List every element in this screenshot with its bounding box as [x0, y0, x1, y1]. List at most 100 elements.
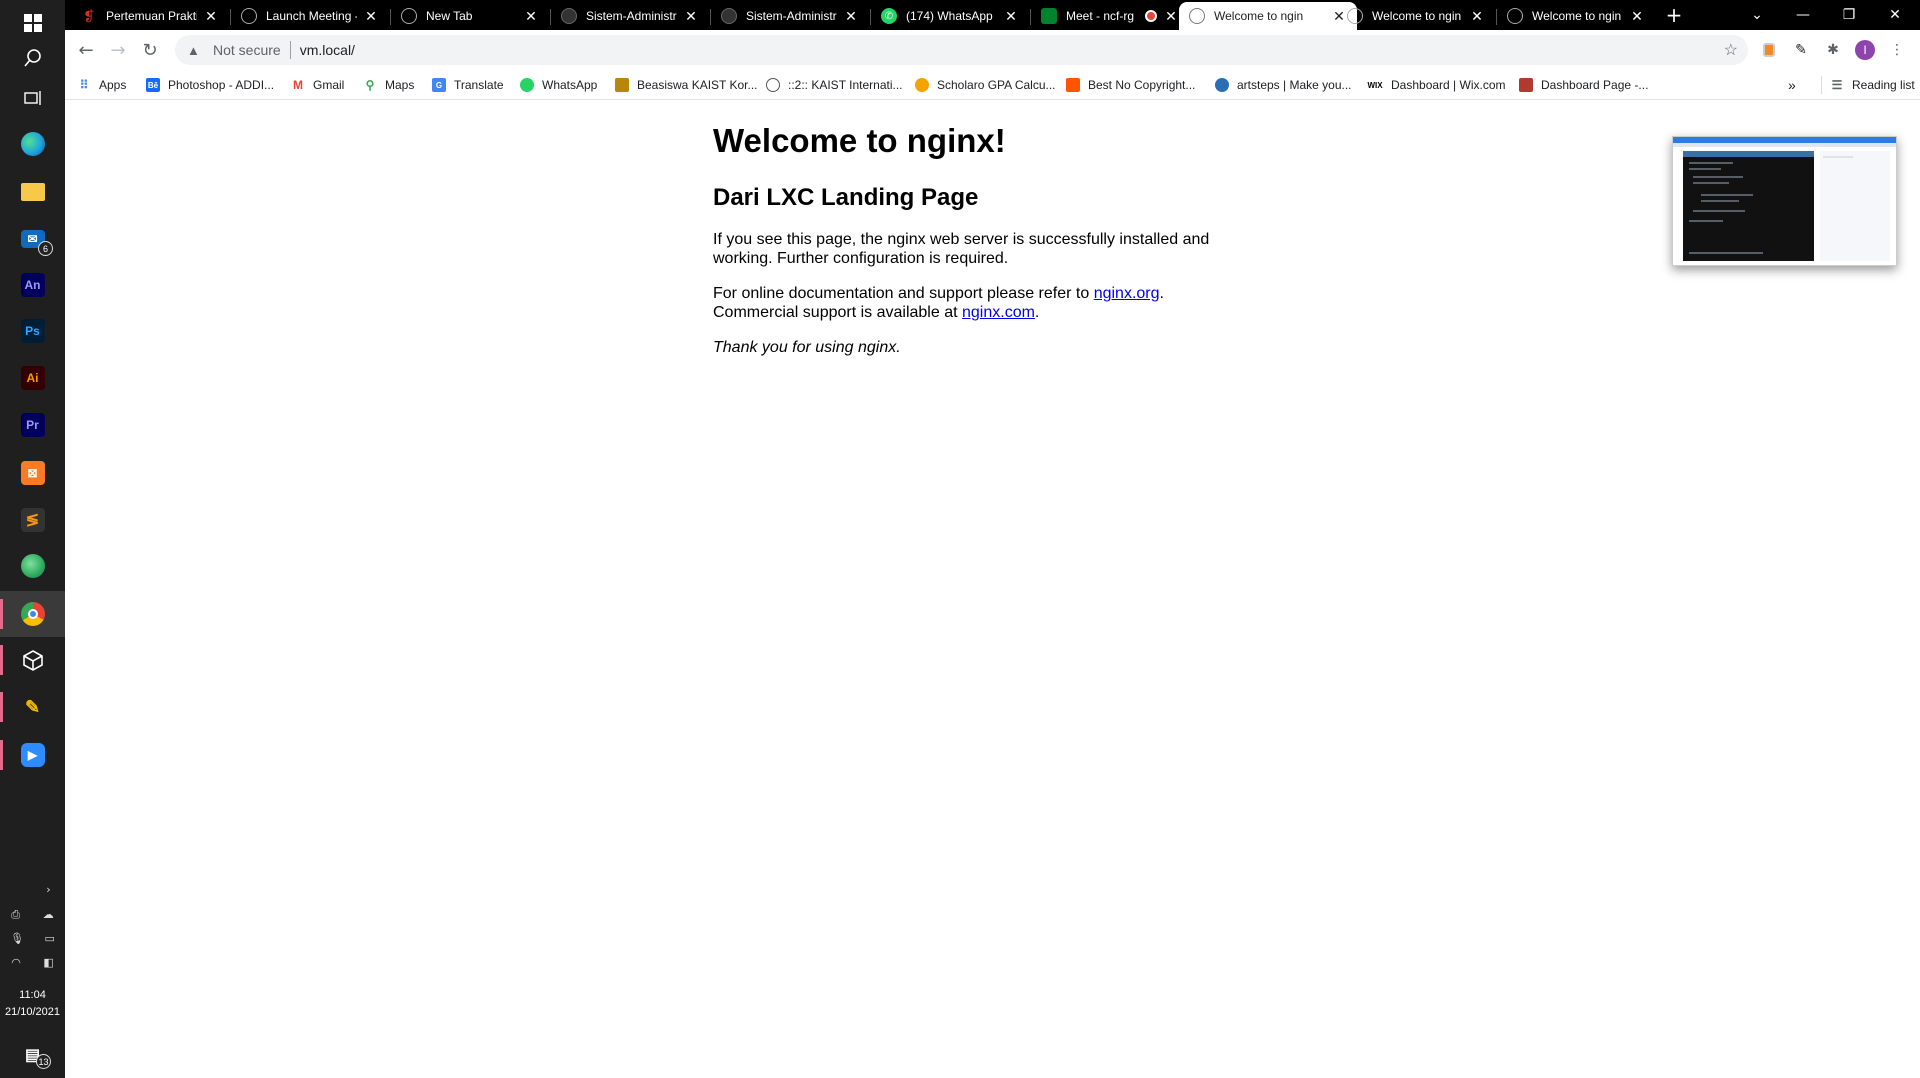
cloud-icon[interactable]: ☁ [43, 908, 54, 922]
close-icon[interactable]: ✕ [1163, 8, 1179, 25]
taskbar-virtualbox[interactable] [0, 637, 65, 683]
camera-icon[interactable]: ⎙ [11, 908, 20, 922]
reading-list-button[interactable]: ☰ Reading list [1821, 76, 1915, 94]
meet-icon [1041, 8, 1057, 24]
taskbar-globe-app[interactable] [0, 543, 65, 589]
bookmark-best-no-copyright[interactable]: Best No Copyright... [1066, 76, 1195, 94]
taskbar-animate[interactable]: An [0, 262, 65, 308]
taskbar-file-explorer[interactable] [0, 169, 65, 215]
edge-icon [20, 132, 45, 156]
microphone-icon[interactable]: 🎙 [10, 932, 24, 945]
tab-whatsapp[interactable]: ✆ (174) WhatsApp ✕ [871, 2, 1029, 30]
tab-title: Welcome to ngin [1372, 9, 1462, 23]
security-label[interactable]: Not secure [213, 42, 281, 58]
close-icon[interactable]: ✕ [1629, 8, 1645, 25]
window-preview-thumbnail[interactable] [1672, 136, 1897, 266]
bookmark-whatsapp[interactable]: WhatsApp [520, 76, 597, 94]
tab-search-button[interactable]: ⌄ [1734, 0, 1780, 30]
tab-welcome-nginx-2[interactable]: Welcome to ngin ✕ [1337, 2, 1495, 30]
bookmark-maps[interactable]: ⚲ Maps [363, 76, 415, 94]
restore-button[interactable]: ❐ [1826, 0, 1872, 30]
close-icon[interactable]: ✕ [1003, 8, 1019, 25]
close-icon[interactable]: ✕ [523, 8, 539, 25]
close-icon[interactable]: ✕ [203, 8, 219, 25]
minimize-button[interactable]: — [1780, 0, 1826, 30]
profile-avatar[interactable]: I [1855, 40, 1875, 60]
close-icon[interactable]: ✕ [843, 8, 859, 25]
globe-app-icon [20, 554, 45, 578]
volume-icon[interactable]: ◧ [43, 956, 53, 969]
search-icon [23, 49, 41, 67]
bookmark-artsteps[interactable]: artsteps | Make you... [1215, 76, 1352, 94]
mail-badge: 6 [38, 241, 53, 256]
taskbar-chrome[interactable] [0, 591, 65, 637]
page-viewport: Welcome to nginx! Dari LXC Landing Page … [65, 101, 1920, 1078]
bookmark-translate[interactable]: G Translate [432, 76, 504, 94]
wifi-icon[interactable]: ◠ [11, 956, 21, 969]
chrome-menu-icon[interactable]: ⋮ [1887, 40, 1907, 60]
taskbar-paint-tool[interactable]: ✎ [0, 684, 65, 730]
taskbar-mail[interactable]: ✉ 6 [0, 216, 65, 262]
pen-extension-icon[interactable]: ✎ [1791, 40, 1811, 60]
window-close-button[interactable]: ✕ [1872, 0, 1918, 30]
bookmark-dashboard-page[interactable]: Dashboard Page -... [1519, 76, 1648, 94]
presentation-icon: ❡ [83, 7, 95, 24]
illustrator-icon: Ai [20, 366, 45, 390]
url-text[interactable]: vm.local/ [300, 42, 355, 58]
tab-welcome-nginx-3[interactable]: Welcome to ngin ✕ [1497, 2, 1655, 30]
close-icon[interactable]: ✕ [683, 8, 699, 25]
taskbar-sublime[interactable]: ≶ [0, 497, 65, 543]
action-center-button[interactable]: ▤ 13 [0, 1032, 65, 1078]
taskbar-edge[interactable] [0, 121, 65, 167]
page-heading: Welcome to nginx! [713, 122, 1006, 159]
close-icon[interactable]: ✕ [1469, 8, 1485, 25]
forward-button[interactable]: → [104, 36, 132, 64]
nginx-org-link[interactable]: nginx.org [1094, 285, 1160, 302]
back-button[interactable]: ← [72, 36, 100, 64]
bookmark-star-icon[interactable]: ☆ [1724, 40, 1738, 60]
bookmark-scholaro[interactable]: Scholaro GPA Calcu... [915, 76, 1056, 94]
taskbar-illustrator[interactable]: Ai [0, 355, 65, 401]
tab-meet[interactable]: Meet - ncf-rg ✕ [1031, 2, 1189, 30]
taskbar-zoom[interactable]: ▶ [0, 732, 65, 778]
tab-sistem-administrasi-1[interactable]: Sistem-Administr ✕ [551, 2, 709, 30]
tab-new-tab[interactable]: New Tab ✕ [391, 2, 549, 30]
taskbar-premiere[interactable]: Pr [0, 402, 65, 448]
task-view-button[interactable] [0, 75, 65, 121]
battery-icon[interactable]: ▭ [44, 932, 54, 945]
taskbar-photoshop[interactable]: Ps [0, 308, 65, 354]
apps-grid-icon: ⠿ [79, 78, 89, 92]
tab-title: Pertemuan Praktik [106, 9, 197, 23]
maps-icon: ⚲ [365, 78, 375, 92]
close-icon[interactable]: ✕ [363, 8, 379, 25]
tab-launch-meeting[interactable]: Launch Meeting - ✕ [231, 2, 389, 30]
task-view-icon [23, 91, 41, 105]
bookmark-photoshop[interactable]: Bē Photoshop - ADDI... [146, 76, 274, 94]
artsteps-icon [1215, 78, 1229, 92]
bookmarks-overflow-button[interactable]: » [1788, 76, 1796, 94]
bookmark-gmail[interactable]: M Gmail [291, 76, 344, 94]
extensions-puzzle-icon[interactable]: ✱ [1823, 40, 1843, 60]
bookmark-beasiswa-kaist[interactable]: Beasiswa KAIST Kor... [615, 76, 758, 94]
preview-image [1673, 137, 1896, 261]
reload-button[interactable]: ↻ [136, 36, 164, 64]
taskbar-clock[interactable]: 11:04 21/10/2021 [0, 987, 65, 1021]
nginx-com-link[interactable]: nginx.com [962, 304, 1035, 321]
tab-pertemuan[interactable]: ❡ Pertemuan Praktik ✕ [71, 2, 229, 30]
chevron-right-icon[interactable]: › [46, 883, 50, 896]
bookmark-apps[interactable]: ⠿ Apps [77, 76, 127, 94]
dashboard-icon [1519, 78, 1533, 92]
clock-time: 11:04 [19, 989, 46, 1001]
globe-icon [1347, 8, 1363, 24]
extension-icon[interactable] [1759, 40, 1779, 60]
bookmark-kaist-international[interactable]: ::2:: KAIST Internati... [766, 76, 903, 94]
new-tab-button[interactable]: + [1660, 0, 1688, 30]
premiere-icon: Pr [20, 413, 45, 437]
tab-welcome-nginx-active[interactable]: Welcome to ngin ✕ [1179, 2, 1357, 30]
warning-icon[interactable]: ▲ [187, 43, 203, 58]
tray-overflow[interactable]: › [0, 883, 65, 896]
address-bar[interactable]: ▲ Not secure vm.local/ ☆ [175, 35, 1748, 65]
bookmark-wix-dashboard[interactable]: WIX Dashboard | Wix.com [1367, 76, 1505, 94]
taskbar-xampp[interactable]: ⊠ [0, 450, 65, 496]
tab-sistem-administrasi-2[interactable]: Sistem-Administr ✕ [711, 2, 869, 30]
